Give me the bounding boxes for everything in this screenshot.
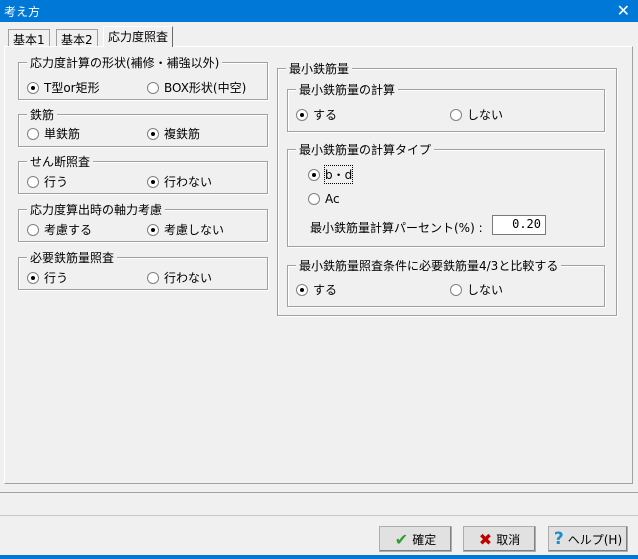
radio-label: b・d (323, 165, 354, 184)
x-icon: ✖ (478, 529, 493, 549)
calc-type-group-label: 最小鉄筋量の計算タイプ (296, 141, 435, 158)
radio-required-no[interactable]: 行わない (147, 269, 212, 286)
radio-compare-no[interactable]: しない (450, 281, 503, 298)
percent-label: 最小鉄筋量計算パーセント(%) : (310, 221, 483, 235)
compare-group: 最小鉄筋量照査条件に必要鉄筋量4/3と比較する する しない (287, 257, 605, 307)
question-icon: ? (553, 529, 564, 549)
shape-group-label: 応力度計算の形状(補修・補強以外) (27, 54, 223, 71)
shear-group-label: せん断照査 (27, 153, 94, 170)
required-rebar-group: 必要鉄筋量照査 行う 行わない (18, 249, 268, 290)
radio-single-rebar[interactable]: 単鉄筋 (27, 125, 80, 142)
radio-axial-no[interactable]: 考慮しない (147, 221, 224, 238)
tab-basic1[interactable]: 基本1 (8, 29, 50, 47)
radio-checked-icon (27, 271, 39, 284)
min-rebar-calc-group: 最小鉄筋量の計算 する しない (287, 81, 605, 132)
radio-label: する (313, 108, 338, 122)
axial-group: 応力度算出時の軸力考慮 考慮する 考慮しない (18, 201, 268, 242)
cancel-label: 取消 (496, 532, 521, 547)
radio-double-rebar[interactable]: 複鉄筋 (147, 125, 200, 142)
radio-ac[interactable]: Ac (308, 192, 340, 206)
radio-compare-yes[interactable]: する (296, 281, 337, 298)
shear-group: せん断照査 行う 行わない (18, 153, 268, 194)
checkmark-icon: ✔ (394, 529, 409, 549)
radio-label: 行わない (164, 271, 213, 285)
radio-icon (308, 193, 320, 205)
radio-calc-yes[interactable]: する (296, 106, 337, 123)
radio-icon (147, 81, 159, 94)
radio-box[interactable]: BOX形状(中空) (147, 79, 246, 96)
radio-checked-icon (27, 81, 39, 94)
radio-label: T型or矩形 (44, 81, 100, 95)
radio-required-yes[interactable]: 行う (27, 269, 68, 286)
radio-axial-yes[interactable]: 考慮する (27, 221, 92, 238)
axial-group-label: 応力度算出時の軸力考慮 (27, 201, 166, 218)
required-group-label: 必要鉄筋量照査 (27, 249, 118, 266)
radio-label: 行う (44, 175, 69, 189)
radio-label: しない (467, 108, 504, 122)
radio-icon (147, 271, 159, 284)
radio-icon (27, 127, 39, 140)
radio-label: 考慮しない (164, 223, 225, 237)
radio-t-rect[interactable]: T型or矩形 (27, 79, 100, 96)
shape-group: 応力度計算の形状(補修・補強以外) T型or矩形 BOX形状(中空) (18, 54, 268, 100)
rebar-group: 鉄筋 単鉄筋 複鉄筋 (18, 106, 268, 147)
ok-label: 確定 (412, 532, 437, 547)
radio-icon (450, 283, 462, 296)
min-rebar-group-label: 最小鉄筋量 (286, 60, 353, 77)
percent-input[interactable]: 0.20 (492, 215, 546, 235)
tab-basic2[interactable]: 基本2 (56, 29, 98, 47)
ok-button[interactable]: ✔ 確定 (379, 526, 452, 552)
radio-checked-icon (147, 175, 159, 188)
tab-stress-check[interactable]: 応力度照査 (103, 26, 174, 47)
compare-group-label: 最小鉄筋量照査条件に必要鉄筋量4/3と比較する (296, 257, 562, 274)
radio-label: 行わない (164, 175, 213, 189)
radio-checked-icon (147, 223, 159, 236)
radio-icon (450, 108, 462, 121)
calc-group-label: 最小鉄筋量の計算 (296, 81, 399, 98)
window-title: 考え方 (4, 5, 41, 19)
divider (0, 515, 638, 516)
divider (0, 492, 638, 493)
help-button[interactable]: ? ヘルプ(H) (548, 526, 628, 552)
radio-label: しない (467, 283, 504, 297)
help-label: ヘルプ(H) (567, 532, 623, 547)
rebar-group-label: 鉄筋 (27, 106, 58, 123)
radio-checked-icon (296, 283, 308, 296)
radio-label: BOX形状(中空) (164, 81, 247, 95)
title-bar: 考え方 ✕ (0, 0, 638, 22)
radio-label: 単鉄筋 (44, 127, 81, 141)
close-icon[interactable]: ✕ (617, 1, 630, 20)
radio-bd[interactable]: b・d (308, 165, 354, 184)
radio-label: Ac (325, 192, 340, 206)
radio-shear-yes[interactable]: 行う (27, 173, 68, 190)
radio-label: 複鉄筋 (164, 127, 201, 141)
calc-type-group: 最小鉄筋量の計算タイプ b・d Ac 最小鉄筋量計算パーセント(%) : 0.2… (287, 141, 605, 247)
window-border (0, 555, 638, 559)
radio-shear-no[interactable]: 行わない (147, 173, 212, 190)
min-rebar-group: 最小鉄筋量 最小鉄筋量の計算 する しない 最小鉄筋量の計算タイプ b・d Ac… (277, 60, 617, 316)
radio-label: 考慮する (44, 223, 93, 237)
radio-checked-icon (147, 127, 159, 140)
radio-checked-icon (308, 168, 320, 181)
radio-label: する (313, 283, 338, 297)
radio-icon (27, 223, 39, 236)
radio-label: 行う (44, 271, 69, 285)
cancel-button[interactable]: ✖ 取消 (463, 526, 536, 552)
radio-calc-no[interactable]: しない (450, 106, 503, 123)
radio-icon (27, 175, 39, 188)
radio-checked-icon (296, 108, 308, 121)
